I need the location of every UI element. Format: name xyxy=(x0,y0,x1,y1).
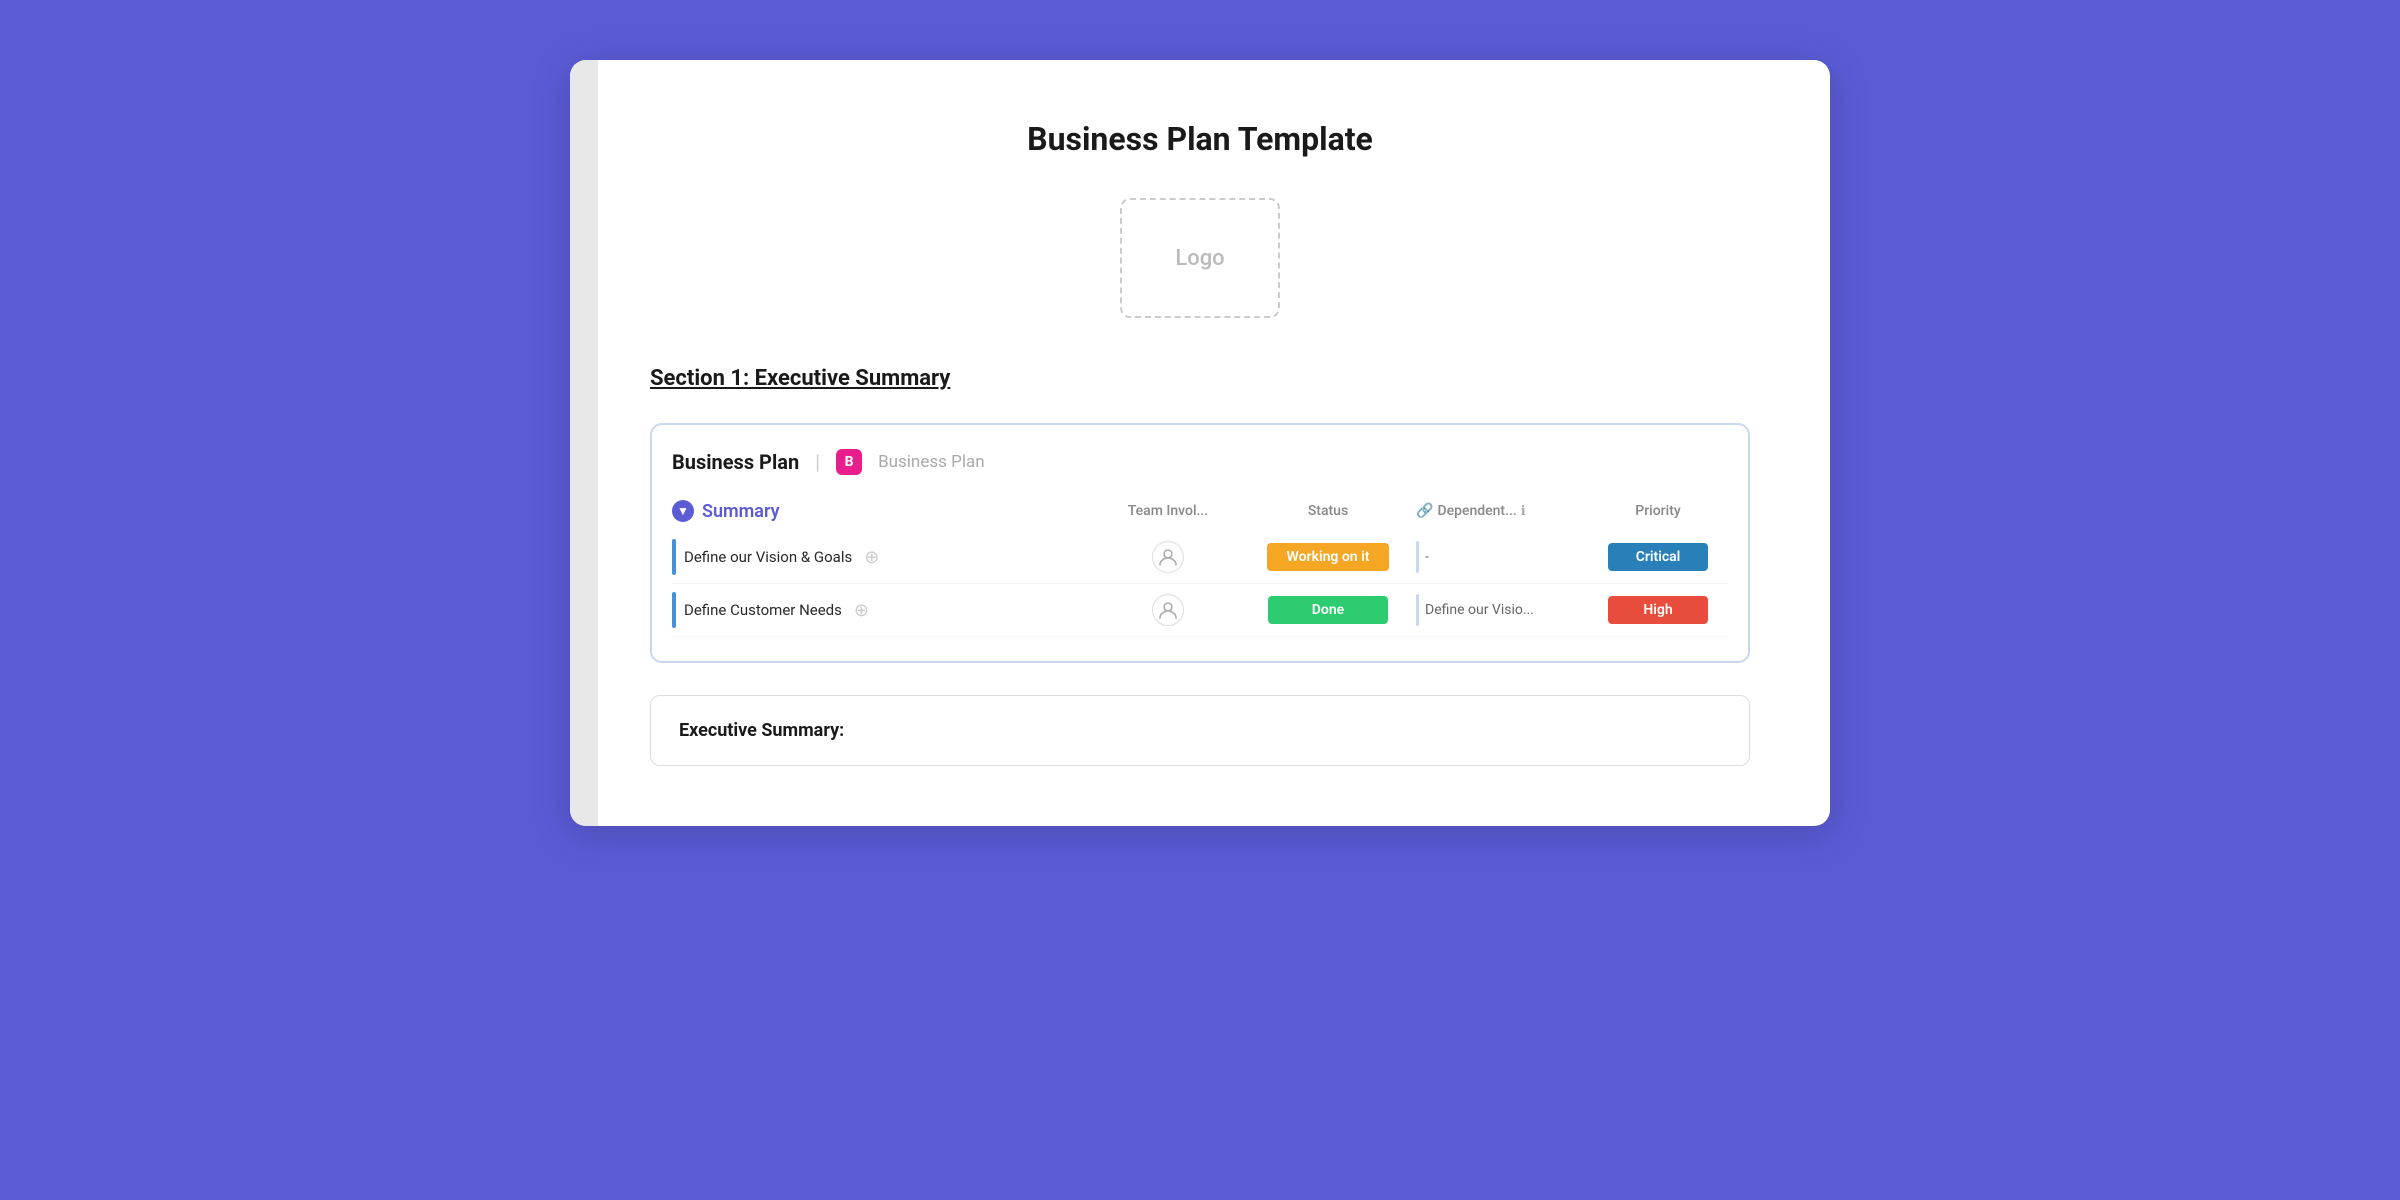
status-cell: Done xyxy=(1248,588,1408,632)
avatar xyxy=(1152,541,1184,573)
section-heading: Section 1: Executive Summary xyxy=(650,366,1750,391)
group-chevron-icon[interactable]: ▼ xyxy=(672,500,694,522)
team-cell xyxy=(1088,586,1248,634)
table-row: Define our Vision & Goals ⊕ Working on i… xyxy=(672,531,1728,584)
board-badge: B xyxy=(836,449,862,475)
task-name-cell: Define Customer Needs ⊕ xyxy=(672,584,1088,636)
doc-title: Business Plan Template xyxy=(650,120,1750,158)
exec-summary-card: Executive Summary: xyxy=(650,695,1750,766)
logo-placeholder: Logo xyxy=(1120,198,1280,318)
add-subtask-icon[interactable]: ⊕ xyxy=(854,600,869,621)
col-header-team: Team Invol... xyxy=(1088,499,1248,523)
group-label: Summary xyxy=(702,501,780,522)
task-name: Define our Vision & Goals xyxy=(684,548,852,566)
avatar xyxy=(1152,594,1184,626)
team-cell xyxy=(1088,533,1248,581)
task-board-embed: Business Plan | B Business Plan ▼ Summar… xyxy=(650,423,1750,663)
board-title: Business Plan xyxy=(672,450,799,474)
priority-badge: High xyxy=(1608,596,1708,624)
col-header-depends: 🔗 Dependent... ℹ xyxy=(1408,499,1588,523)
link-icon: 🔗 xyxy=(1416,503,1433,519)
board-separator: | xyxy=(815,450,820,474)
doc-content: Business Plan Template Logo Section 1: E… xyxy=(650,120,1750,766)
task-name: Define Customer Needs xyxy=(684,601,842,619)
col-header-status: Status xyxy=(1248,499,1408,523)
add-subtask-icon[interactable]: ⊕ xyxy=(864,547,879,568)
depends-bar xyxy=(1416,594,1419,626)
document-container: Business Plan Template Logo Section 1: E… xyxy=(570,60,1830,826)
col-header-task xyxy=(818,499,1088,523)
priority-cell: High xyxy=(1588,588,1728,632)
status-badge: Done xyxy=(1268,596,1388,624)
depends-cell: Define our Visio... xyxy=(1408,586,1588,634)
task-color-bar xyxy=(672,592,676,628)
priority-cell: Critical xyxy=(1588,535,1728,579)
summary-header-row: ▼ Summary Team Invol... Status 🔗 Depende… xyxy=(672,499,1728,523)
task-name-cell: Define our Vision & Goals ⊕ xyxy=(672,531,1088,583)
summary-group: ▼ Summary Team Invol... Status 🔗 Depende… xyxy=(672,499,1728,637)
board-badge-label: Business Plan xyxy=(878,452,985,472)
depends-cell: - xyxy=(1408,533,1588,581)
status-badge: Working on it xyxy=(1267,543,1390,571)
task-rows-container: Define our Vision & Goals ⊕ Working on i… xyxy=(672,531,1728,637)
exec-summary-title: Executive Summary: xyxy=(679,720,844,741)
status-cell: Working on it xyxy=(1248,535,1408,579)
depends-value: Define our Visio... xyxy=(1425,602,1534,618)
depends-bar xyxy=(1416,541,1419,573)
board-header: Business Plan | B Business Plan xyxy=(672,449,1728,475)
depends-value: - xyxy=(1425,549,1429,565)
doc-sidebar-strip xyxy=(570,60,598,826)
table-row: Define Customer Needs ⊕ Done Define our … xyxy=(672,584,1728,637)
priority-badge: Critical xyxy=(1608,543,1708,571)
task-color-bar xyxy=(672,539,676,575)
info-icon: ℹ xyxy=(1521,504,1526,519)
col-header-priority: Priority xyxy=(1588,499,1728,523)
